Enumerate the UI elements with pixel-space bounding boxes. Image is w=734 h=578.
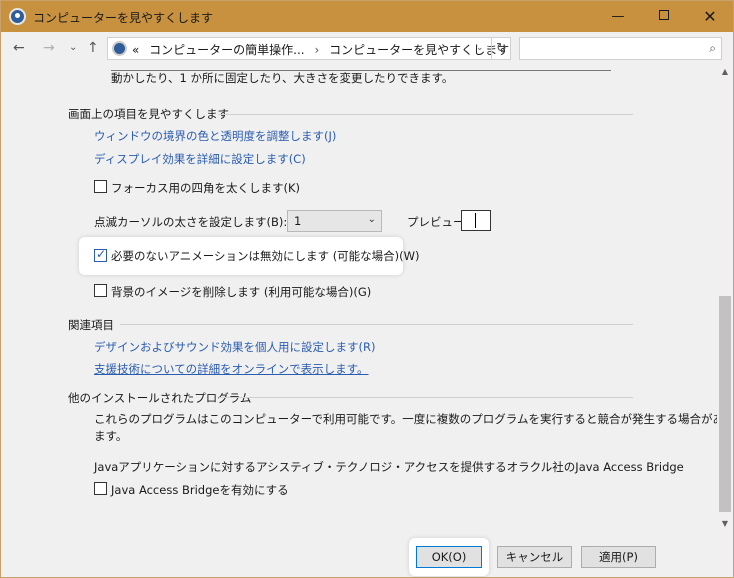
search-icon[interactable]: ⌕ — [709, 41, 716, 56]
vertical-scrollbar[interactable]: ▲ ▼ — [717, 64, 733, 532]
scroll-down-icon[interactable]: ▼ — [717, 516, 733, 532]
apply-button[interactable]: 適用(P) — [581, 546, 656, 568]
section-divider — [120, 324, 633, 325]
breadcrumb-separator-icon[interactable]: › — [314, 43, 319, 57]
cancel-button[interactable]: キャンセル — [497, 546, 572, 568]
maximize-button[interactable] — [641, 1, 687, 32]
ok-button[interactable]: OK(O) — [416, 546, 482, 568]
address-dropdown-icon[interactable]: ⌄ — [476, 43, 484, 53]
recent-locations-icon[interactable]: ⌄ — [69, 42, 77, 53]
window-title: コンピューターを見やすくします — [33, 11, 214, 25]
forward-arrow-icon[interactable]: → — [43, 40, 55, 56]
cursor-thickness-label: 点滅カーソルの太さを設定します(B): — [94, 215, 288, 229]
focus-rectangle-checkbox[interactable] — [94, 180, 107, 193]
control-panel-icon — [9, 8, 26, 25]
window: コンピューターを見やすくします — ✕ ← → ⌄ ↑ « コンピューターの簡単… — [0, 0, 734, 578]
background-image-label: 背景のイメージを削除します (利用可能な場合)(G) — [111, 285, 372, 299]
section-heading-screen-items: 画面上の項目を見やすくします — [68, 107, 229, 121]
section-divider — [219, 397, 633, 398]
link-display-effects[interactable]: ディスプレイ効果を詳細に設定します(C) — [94, 151, 306, 167]
section-divider — [218, 114, 633, 115]
cursor-thickness-value: 1 — [294, 214, 302, 228]
up-arrow-icon[interactable]: ↑ — [87, 40, 99, 56]
java-access-bridge-checkbox[interactable] — [94, 482, 107, 495]
search-input[interactable]: ⌕ — [519, 37, 722, 60]
section-heading-related: 関連項目 — [68, 318, 114, 332]
link-design-sound[interactable]: デザインおよびサウンド効果を個人用に設定します(R) — [94, 339, 375, 355]
navigation-bar: ← → ⌄ ↑ « コンピューターの簡単操作... › コンピューターを見やすく… — [1, 32, 733, 64]
cursor-thickness-select[interactable]: 1 ⌄ — [287, 210, 382, 232]
title-bar: コンピューターを見やすくします — ✕ — [1, 1, 733, 32]
minimize-button[interactable]: — — [595, 1, 641, 32]
cursor-preview — [461, 210, 491, 231]
java-access-bridge-label: Java Access Bridgeを有効にする — [111, 483, 289, 497]
other-programs-description: これらのプログラムはこのコンピューターで利用可能です。一度に複数のプログラムを実… — [94, 412, 717, 426]
preview-label: プレビュー: — [407, 215, 469, 229]
close-button[interactable]: ✕ — [687, 1, 733, 32]
dialog-footer: OK(O) キャンセル 適用(P) — [1, 532, 733, 577]
ok-button-highlight: OK(O) — [409, 538, 489, 576]
highlight-animation-option: 必要のないアニメーションは無効にします (可能な場合)(W) — [79, 237, 420, 275]
background-image-checkbox[interactable] — [94, 284, 107, 297]
section-heading-other-programs: 他のインストールされたプログラム — [68, 391, 252, 405]
disable-animations-label: 必要のないアニメーションは無効にします (可能な場合)(W) — [111, 249, 420, 263]
breadcrumb-ease-of-access[interactable]: コンピューターの簡単操作... — [149, 43, 304, 57]
refresh-icon[interactable]: ↻ — [491, 38, 511, 59]
content-pane: 動かしたり、1 か所に固定したり、大きさを変更したりできます。 画面上の項目を見… — [1, 64, 717, 532]
link-window-border-color[interactable]: ウィンドウの境界の色と透明度を調整します(J) — [94, 128, 336, 144]
scroll-up-icon[interactable]: ▲ — [717, 64, 733, 80]
address-bar[interactable]: « コンピューターの簡単操作... › コンピューターを見やすくします ⌄ ↻ — [107, 37, 511, 60]
link-assistive-tech-online[interactable]: 支援技術についての詳細をオンラインで表示します。 — [94, 361, 369, 377]
scrollbar-thumb[interactable] — [719, 296, 731, 512]
chevron-down-icon: ⌄ — [367, 214, 376, 225]
disable-animations-checkbox[interactable] — [94, 247, 107, 262]
other-programs-description-cont: ます。 — [94, 429, 128, 443]
back-arrow-icon[interactable]: ← — [13, 40, 25, 56]
breadcrumb-overflow[interactable]: « — [132, 43, 139, 57]
control-panel-icon — [112, 41, 127, 56]
maximize-icon — [659, 10, 669, 20]
java-access-bridge-description: Javaアプリケーションに対するアシスティブ・テクノロジ・アクセスを提供するオラ… — [94, 460, 684, 474]
breadcrumb: « コンピューターの簡単操作... › コンピューターを見やすくします — [132, 41, 509, 58]
focus-rectangle-label: フォーカス用の四角を太くします(K) — [111, 181, 301, 195]
partial-text-line: 動かしたり、1 か所に固定したり、大きさを変更したりできます。 — [111, 71, 454, 85]
